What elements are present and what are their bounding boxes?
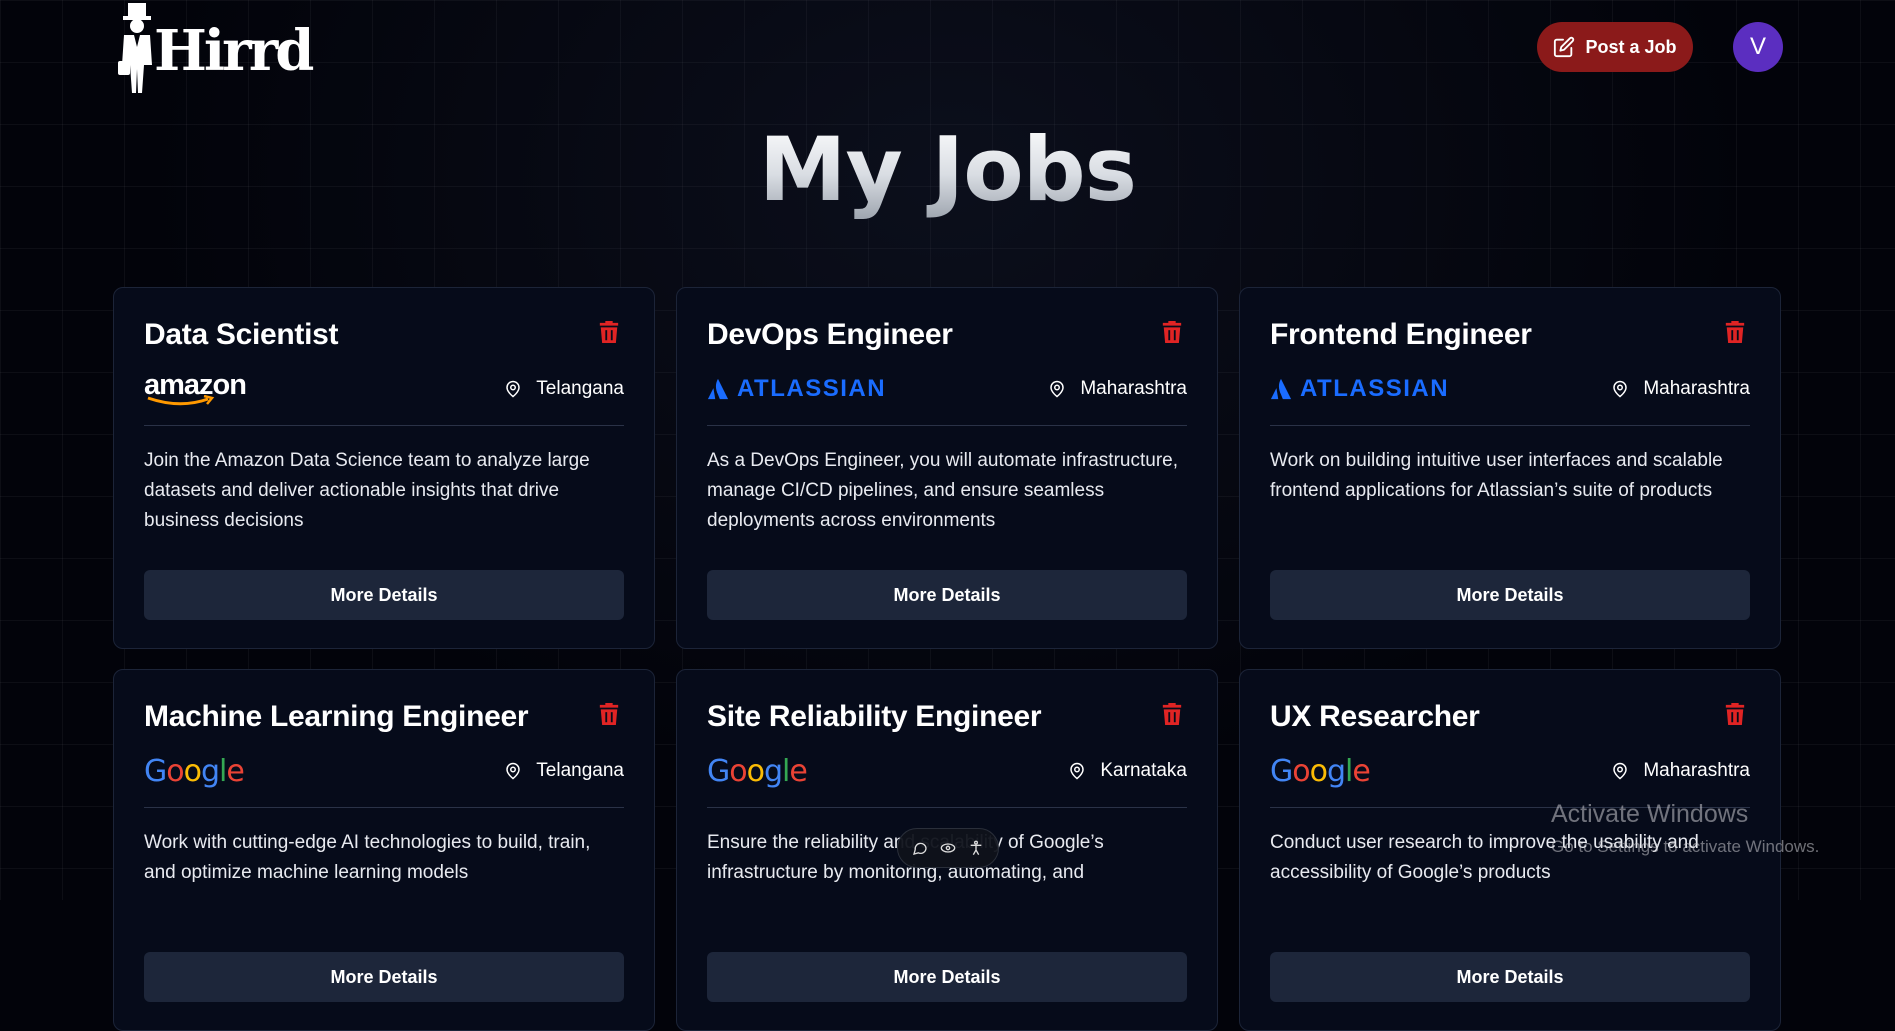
- eye-icon[interactable]: [938, 838, 958, 858]
- trash-icon[interactable]: [1161, 320, 1183, 344]
- more-details-button[interactable]: More Details: [1270, 952, 1750, 1002]
- more-details-button[interactable]: More Details: [144, 570, 624, 620]
- watermark-subtitle: Go to Settings to activate Windows.: [1551, 837, 1820, 856]
- job-description: Work on building intuitive user interfac…: [1270, 450, 1723, 501]
- job-location: Telangana: [504, 378, 624, 400]
- page-title: My Jobs: [0, 118, 1895, 221]
- job-title: Data Scientist: [144, 318, 339, 351]
- job-description: As a DevOps Engineer, you will automate …: [707, 450, 1179, 531]
- company-logo-google: Google: [707, 753, 808, 789]
- map-pin-icon: [1613, 762, 1628, 780]
- divider: [144, 807, 624, 808]
- company-logo-atlassian: ATLASSIAN: [707, 375, 886, 403]
- site-logo[interactable]: Hirrd: [118, 0, 314, 95]
- divider: [144, 425, 624, 426]
- atlassian-icon: [707, 378, 729, 400]
- company-name: ATLASSIAN: [1300, 375, 1450, 402]
- divider: [1270, 425, 1750, 426]
- job-location: Maharashtra: [1048, 378, 1187, 400]
- trash-icon[interactable]: [598, 702, 620, 726]
- map-pin-icon: [1613, 380, 1628, 398]
- floating-toolbar: [897, 828, 999, 868]
- top-hat-man-logo-icon: [118, 3, 152, 93]
- location-text: Maharashtra: [1643, 378, 1750, 399]
- company-logo-google: Google: [1270, 753, 1371, 789]
- location-text: Karnataka: [1100, 760, 1187, 781]
- post-job-button[interactable]: Post a Job: [1537, 22, 1693, 72]
- job-card: Frontend Engineer ATLASSIAN Maharashtra …: [1239, 287, 1781, 649]
- map-pin-icon: [1070, 762, 1085, 780]
- atlassian-icon: [1270, 378, 1292, 400]
- company-logo-atlassian: ATLASSIAN: [1270, 375, 1449, 403]
- trash-icon[interactable]: [1161, 702, 1183, 726]
- job-title: Site Reliability Engineer: [707, 700, 1042, 733]
- job-description: Work with cutting-edge AI technologies t…: [144, 832, 591, 883]
- accessibility-icon[interactable]: [966, 838, 986, 858]
- location-text: Telangana: [536, 378, 624, 399]
- job-cards-grid: Data Scientist amazon Telangana Join the…: [113, 287, 1783, 1031]
- job-card: Data Scientist amazon Telangana Join the…: [113, 287, 655, 649]
- map-pin-icon: [506, 380, 521, 398]
- job-location: Maharashtra: [1611, 378, 1750, 400]
- more-details-button[interactable]: More Details: [144, 952, 624, 1002]
- trash-icon[interactable]: [1724, 702, 1746, 726]
- job-location: Karnataka: [1068, 760, 1187, 782]
- job-title: UX Researcher: [1270, 700, 1480, 733]
- job-title: Machine Learning Engineer: [144, 700, 529, 733]
- job-description: Join the Amazon Data Science team to ana…: [144, 450, 590, 531]
- post-job-label: Post a Job: [1585, 36, 1677, 57]
- watermark-title: Activate Windows: [1551, 800, 1749, 828]
- more-details-button[interactable]: More Details: [707, 952, 1187, 1002]
- location-text: Telangana: [536, 760, 624, 781]
- windows-activation-watermark: Activate Windows Go to Settings to activ…: [1551, 800, 1819, 857]
- company-logo-google: Google: [144, 753, 245, 789]
- more-details-button[interactable]: More Details: [1270, 570, 1750, 620]
- location-text: Maharashtra: [1080, 378, 1187, 399]
- trash-icon[interactable]: [1724, 320, 1746, 344]
- trash-icon[interactable]: [598, 320, 620, 344]
- job-location: Maharashtra: [1611, 760, 1750, 782]
- company-name: ATLASSIAN: [737, 375, 887, 402]
- map-pin-icon: [1050, 380, 1065, 398]
- logo-text: Hirrd: [154, 18, 314, 84]
- more-details-button[interactable]: More Details: [707, 570, 1187, 620]
- user-avatar[interactable]: V: [1733, 22, 1783, 72]
- amazon-smile-icon: [147, 395, 215, 406]
- map-pin-icon: [506, 762, 521, 780]
- company-logo-amazon: amazon: [144, 371, 254, 407]
- location-text: Maharashtra: [1643, 760, 1750, 781]
- job-title: Frontend Engineer: [1270, 318, 1532, 351]
- divider: [707, 425, 1187, 426]
- job-location: Telangana: [504, 760, 624, 782]
- edit-icon: [1554, 36, 1575, 58]
- job-card: Machine Learning Engineer Google Telanga…: [113, 669, 655, 1031]
- job-title: DevOps Engineer: [707, 318, 953, 351]
- chat-icon[interactable]: [910, 838, 930, 858]
- divider: [707, 807, 1187, 808]
- job-card: DevOps Engineer ATLASSIAN Maharashtra As…: [676, 287, 1218, 649]
